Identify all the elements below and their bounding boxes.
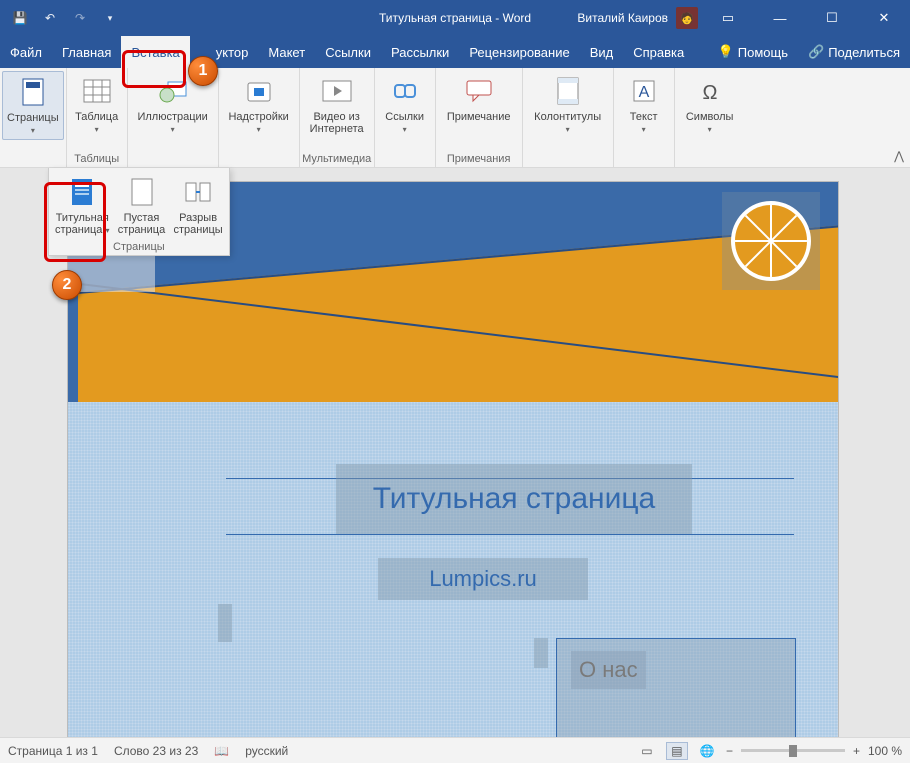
table-icon xyxy=(79,73,115,109)
pages-button[interactable]: Страницы▾ xyxy=(2,71,64,140)
online-video-button[interactable]: Видео изИнтернета xyxy=(302,71,372,137)
ribbon: Страницы▾ Таблица▾ Таблицы Иллюстрации▾ … xyxy=(0,68,910,168)
status-page[interactable]: Страница 1 из 1 xyxy=(8,744,98,758)
links-button[interactable]: Ссылки▾ xyxy=(377,71,433,138)
comment-icon xyxy=(461,73,497,109)
status-language[interactable]: русский xyxy=(245,744,288,758)
tab-help[interactable]: Справка xyxy=(623,36,694,68)
annotation-badge-1: 1 xyxy=(188,56,218,86)
tab-file[interactable]: Файл xyxy=(0,36,52,68)
tab-home[interactable]: Главная xyxy=(52,36,121,68)
tab-review[interactable]: Рецензирование xyxy=(459,36,579,68)
user-avatar-icon[interactable]: 🧑 xyxy=(676,7,698,29)
share-button[interactable]: 🔗Поделиться xyxy=(798,36,910,68)
tab-mailings[interactable]: Рассылки xyxy=(381,36,459,68)
maximize-button[interactable]: ☐ xyxy=(810,0,854,36)
web-layout-button[interactable]: 🌐 xyxy=(696,742,718,760)
status-bar: Страница 1 из 1 Слово 23 из 23 📖 русский… xyxy=(0,737,910,763)
addin-icon xyxy=(241,73,277,109)
video-icon xyxy=(319,73,355,109)
tab-references[interactable]: Ссылки xyxy=(315,36,381,68)
shapes-icon xyxy=(155,73,191,109)
svg-text:A: A xyxy=(638,84,649,101)
tell-me-button[interactable]: 💡Помощь xyxy=(708,36,798,68)
cover-page-icon xyxy=(64,174,100,210)
page[interactable]: Титульная страница Lumpics.ru О нас xyxy=(68,182,838,737)
doc-title[interactable]: Титульная страница xyxy=(336,464,692,534)
page-break-button[interactable]: Разрывстраницы xyxy=(170,172,227,239)
print-layout-button[interactable]: ▤ xyxy=(666,742,688,760)
tab-layout[interactable]: Макет xyxy=(258,36,315,68)
doc-subtitle[interactable]: Lumpics.ru xyxy=(378,558,588,600)
header-icon xyxy=(550,73,586,109)
pages-flyout: Титульнаястраница ▾ Пустаястраница Разры… xyxy=(48,168,230,256)
minimize-button[interactable]: — xyxy=(758,0,802,36)
symbols-button[interactable]: Ω Символы▾ xyxy=(677,71,743,138)
header-footer-button[interactable]: Колонтитулы▾ xyxy=(525,71,611,138)
cover-page-button[interactable]: Титульнаястраница ▾ xyxy=(51,172,114,239)
ribbon-display-button[interactable]: ▭ xyxy=(706,0,750,36)
omega-icon: Ω xyxy=(692,73,728,109)
svg-text:Ω: Ω xyxy=(702,82,717,103)
link-icon xyxy=(387,73,423,109)
annotation-badge-2: 2 xyxy=(52,270,82,300)
orange-slice-image xyxy=(722,192,820,290)
zoom-out-button[interactable]: − xyxy=(726,744,733,758)
title-bar: 💾 ↶ ↷ ▾ Титульная страница - Word Витали… xyxy=(0,0,910,36)
placeholder-bar xyxy=(218,604,232,642)
undo-icon[interactable]: ↶ xyxy=(40,11,60,25)
status-words[interactable]: Слово 23 из 23 xyxy=(114,744,198,758)
close-button[interactable]: ✕ xyxy=(862,0,906,36)
tab-view[interactable]: Вид xyxy=(580,36,624,68)
placeholder-bar xyxy=(534,638,548,668)
proofing-icon[interactable]: 📖 xyxy=(214,744,229,758)
page-icon xyxy=(15,74,51,110)
bulb-icon: 💡 xyxy=(718,44,734,60)
comment-button[interactable]: Примечание xyxy=(438,71,520,125)
window-title: Титульная страница - Word xyxy=(379,11,531,25)
zoom-percent[interactable]: 100 % xyxy=(868,744,902,758)
redo-icon[interactable]: ↷ xyxy=(70,11,90,25)
save-icon[interactable]: 💾 xyxy=(10,11,30,25)
qat-customize-icon[interactable]: ▾ xyxy=(100,13,120,24)
flyout-group-label: Страницы xyxy=(51,239,227,253)
blank-page-button[interactable]: Пустаястраница xyxy=(114,172,170,239)
text-icon: A xyxy=(626,73,662,109)
user-name[interactable]: Виталий Каиров xyxy=(577,11,668,25)
zoom-in-button[interactable]: + xyxy=(853,744,860,758)
table-button[interactable]: Таблица▾ xyxy=(69,71,125,138)
zoom-slider[interactable] xyxy=(741,749,845,752)
blank-page-icon xyxy=(124,174,160,210)
read-mode-button[interactable]: ▭ xyxy=(636,742,658,760)
ribbon-tabs: Файл Главная Вставка уктор Макет Ссылки … xyxy=(0,36,910,68)
addins-button[interactable]: Надстройки▾ xyxy=(221,71,297,138)
collapse-ribbon-icon[interactable]: ⋀ xyxy=(894,149,904,163)
text-button[interactable]: A Текст▾ xyxy=(616,71,672,138)
page-break-icon xyxy=(180,174,216,210)
tab-insert[interactable]: Вставка xyxy=(121,36,189,68)
about-box[interactable]: О нас xyxy=(556,638,796,737)
share-icon: 🔗 xyxy=(808,44,824,60)
